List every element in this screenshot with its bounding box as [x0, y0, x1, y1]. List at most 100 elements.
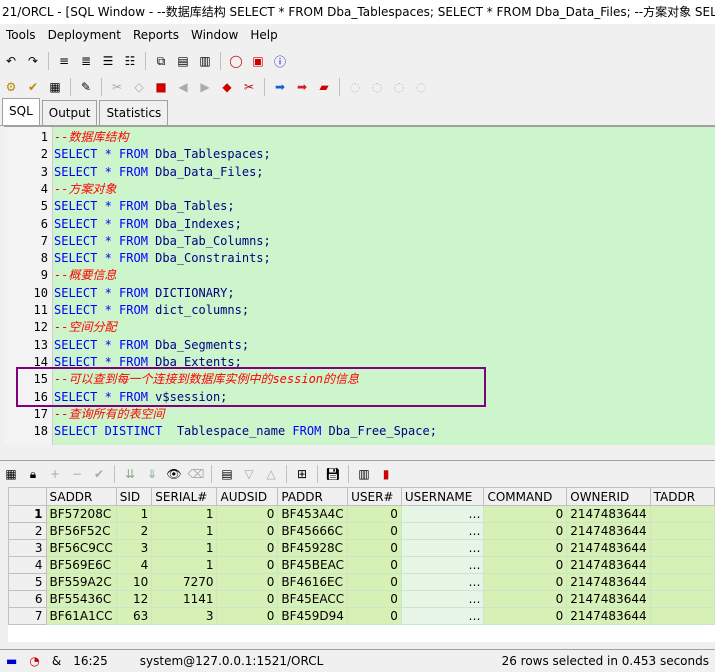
table-cell[interactable]: 12: [115, 590, 153, 608]
clear-icon[interactable]: ◆: [218, 78, 236, 96]
code-line[interactable]: 4 --方案对象: [4, 181, 704, 198]
grid-view-icon[interactable]: ▦: [2, 465, 20, 483]
table-cell[interactable]: 7270: [151, 573, 218, 591]
table-cell[interactable]: 1: [151, 556, 218, 574]
add-record-icon[interactable]: +: [46, 465, 64, 483]
results-grid[interactable]: SADDR SID SERIAL# AUDSID PADDR USER# USERNAME C…: [8, 487, 715, 642]
table-cell[interactable]: 0: [347, 607, 402, 625]
column-header[interactable]: [8, 487, 47, 506]
post-record-icon[interactable]: ✔: [90, 465, 108, 483]
table-row[interactable]: 2 BF56F52C 2 1 0 BF45666C 0… 0 2147483644: [8, 522, 715, 540]
check-icon[interactable]: ✔: [24, 78, 42, 96]
code-line[interactable]: 7 SELECT * FROM Dba_Tab_Columns;: [4, 233, 704, 250]
row-header[interactable]: 7: [8, 607, 47, 625]
redo-icon[interactable]: ↷: [24, 52, 42, 70]
back-icon[interactable]: ◀: [174, 78, 192, 96]
table-cell[interactable]: 2147483644: [566, 522, 651, 540]
tab-output[interactable]: Output: [41, 100, 98, 125]
table-row[interactable]: 6 BF55436C 12 1141 0 BF45EACC 0… 0 2147483644: [8, 590, 715, 608]
menu-help[interactable]: Help: [244, 24, 283, 46]
cascade-icon[interactable]: ▥: [196, 52, 214, 70]
table-cell[interactable]: …: [400, 590, 485, 608]
table-cell[interactable]: BF45666C: [277, 522, 349, 540]
oracle-icon[interactable]: ◯: [227, 52, 245, 70]
table-cell[interactable]: BF57208C: [45, 505, 117, 523]
table-cell[interactable]: 3: [115, 539, 153, 557]
table-cell[interactable]: 0: [347, 522, 402, 540]
table-cell[interactable]: BF56F52C: [45, 522, 117, 540]
row-header[interactable]: 2: [8, 522, 47, 540]
arrow-right-red-icon[interactable]: ➡: [293, 78, 311, 96]
table-cell[interactable]: 0: [483, 573, 568, 591]
table-cell[interactable]: 2147483644: [566, 590, 651, 608]
disabled-tool-icon[interactable]: ◌: [368, 78, 386, 96]
next-page-icon[interactable]: ⇊: [121, 465, 139, 483]
code-line[interactable]: 5 SELECT * FROM Dba_Tables;: [4, 198, 704, 215]
table-cell[interactable]: 0: [483, 607, 568, 625]
wrench-icon[interactable]: ✎: [77, 78, 95, 96]
table-cell[interactable]: BF45BEAC: [277, 556, 349, 574]
table-cell[interactable]: 3: [151, 607, 218, 625]
table-cell[interactable]: 2147483644: [566, 505, 651, 523]
find-icon[interactable]: 👁︎: [165, 465, 183, 483]
lock-icon[interactable]: 🔒︎: [24, 465, 42, 483]
table-cell[interactable]: BF56C9CC: [45, 539, 117, 557]
explain-icon[interactable]: ▦: [46, 78, 64, 96]
table-cell[interactable]: [649, 505, 715, 523]
table-cell[interactable]: …: [400, 556, 485, 574]
table-cell[interactable]: 0: [483, 505, 568, 523]
row-header[interactable]: 3: [8, 539, 47, 557]
table-cell[interactable]: 10: [115, 573, 153, 591]
table-cell[interactable]: 1: [151, 539, 218, 557]
code-line[interactable]: 12 --空间分配: [4, 319, 704, 336]
table-row[interactable]: 3 BF56C9CC 3 1 0 BF45928C 0… 0 2147483644: [8, 539, 715, 557]
table-cell[interactable]: BF559A2C: [45, 573, 117, 591]
table-cell[interactable]: [649, 590, 715, 608]
save-icon[interactable]: 💾︎: [324, 465, 342, 483]
tile-icon[interactable]: ▤: [174, 52, 192, 70]
table-cell[interactable]: 4: [115, 556, 153, 574]
chart-icon[interactable]: ▮: [377, 465, 395, 483]
table-cell[interactable]: 63: [115, 607, 153, 625]
row-header[interactable]: 1: [8, 505, 47, 523]
row-header[interactable]: 6: [8, 590, 47, 608]
table-cell[interactable]: 0: [347, 556, 402, 574]
code-line[interactable]: 6 SELECT * FROM Dba_Indexes;: [4, 216, 704, 233]
arrow-right-icon[interactable]: ➡: [271, 78, 289, 96]
table-cell[interactable]: [649, 573, 715, 591]
table-cell[interactable]: 0: [216, 590, 279, 608]
table-cell[interactable]: …: [400, 607, 485, 625]
table-cell[interactable]: 0: [347, 590, 402, 608]
table-cell[interactable]: …: [400, 505, 485, 523]
code-line[interactable]: 13 SELECT * FROM Dba_Segments;: [4, 337, 704, 354]
disabled-tool-icon[interactable]: ◌: [346, 78, 364, 96]
print-icon[interactable]: ▥: [355, 465, 373, 483]
execute-icon[interactable]: ⚙: [2, 78, 20, 96]
table-cell[interactable]: 1: [151, 505, 218, 523]
table-cell[interactable]: BF569E6C: [45, 556, 117, 574]
menu-window[interactable]: Window: [185, 24, 244, 46]
table-cell[interactable]: 2147483644: [566, 573, 651, 591]
column-header[interactable]: USER#: [347, 487, 402, 506]
table-row[interactable]: 4 BF569E6C 4 1 0 BF45BEAC 0… 0 2147483644: [8, 556, 715, 574]
window-list-icon[interactable]: ⧉: [152, 52, 170, 70]
table-cell[interactable]: BF55436C: [45, 590, 117, 608]
row-header[interactable]: 5: [8, 573, 47, 591]
table-row[interactable]: 5 BF559A2C 10 7270 0 BF4616EC 0… 0 2147483644: [8, 573, 715, 591]
column-header[interactable]: TADDR: [649, 487, 715, 506]
delete-record-icon[interactable]: −: [68, 465, 86, 483]
table-cell[interactable]: BF61A1CC: [45, 607, 117, 625]
table-cell[interactable]: 2: [115, 522, 153, 540]
table-cell[interactable]: 1: [151, 522, 218, 540]
comment-icon[interactable]: ☰: [99, 52, 117, 70]
code-line[interactable]: 8 SELECT * FROM Dba_Constraints;: [4, 250, 704, 267]
table-cell[interactable]: [649, 607, 715, 625]
menu-reports[interactable]: Reports: [127, 24, 185, 46]
break-icon[interactable]: ✂: [108, 78, 126, 96]
table-cell[interactable]: BF4616EC: [277, 573, 349, 591]
code-line[interactable]: 3 SELECT * FROM Dba_Data_Files;: [4, 164, 704, 181]
scissors-icon[interactable]: ✂: [240, 78, 258, 96]
table-cell[interactable]: 0: [347, 505, 402, 523]
table-cell[interactable]: 0: [216, 573, 279, 591]
tab-statistics[interactable]: Statistics: [99, 100, 169, 125]
